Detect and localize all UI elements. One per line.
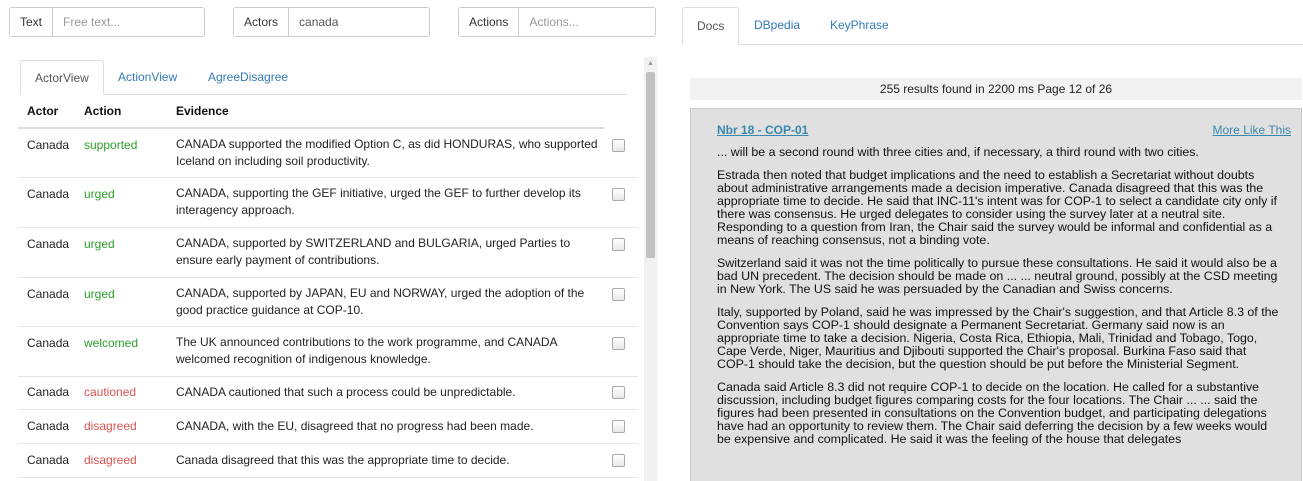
document-paragraph: Estrada then noted that budget implicati… — [717, 168, 1277, 247]
row-action: urged — [84, 287, 115, 301]
tab-action-view[interactable]: ActionView — [104, 60, 191, 94]
row-actor: Canada — [27, 187, 70, 201]
row-evidence: CANADA, supported by SWITZERLAND and BUL… — [176, 236, 571, 267]
results-summary: 255 results found in 2200 ms Page 12 of … — [690, 78, 1302, 100]
row-evidence: CANADA cautioned that such a process cou… — [176, 385, 516, 399]
actors-filter-label: Actors — [234, 8, 290, 36]
table-row: Canada disagreed Canada disagreed that t… — [18, 444, 638, 478]
row-checkbox[interactable] — [612, 188, 625, 201]
row-actor: Canada — [27, 336, 70, 350]
row-action: urged — [84, 187, 115, 201]
row-actor: Canada — [27, 287, 70, 301]
row-checkbox[interactable] — [612, 420, 625, 433]
row-action: supported — [84, 138, 138, 152]
column-header-action: Action — [84, 104, 122, 118]
row-action: disagreed — [84, 453, 137, 467]
table-header: Actor Action Evidence — [18, 104, 628, 126]
table-scrollbar[interactable]: ▲ — [644, 57, 657, 481]
document-card: Nbr 18 - COP-01 More Like This ... will … — [690, 108, 1302, 481]
row-actor: Canada — [27, 138, 70, 152]
tab-docs[interactable]: Docs — [682, 7, 740, 45]
document-paragraph: Canada said Article 8.3 did not require … — [717, 380, 1268, 446]
scroll-up-arrow-icon[interactable]: ▲ — [644, 57, 657, 71]
document-paragraph: ... will be a second round with three ci… — [717, 145, 1199, 159]
tab-agree-disagree[interactable]: AgreeDisagree — [194, 60, 302, 94]
table-row: Canada urged CANADA, supporting the GEF … — [18, 178, 638, 228]
row-checkbox[interactable] — [612, 386, 625, 399]
column-header-evidence: Evidence — [176, 104, 229, 118]
row-evidence: CANADA, supported by JAPAN, EU and NORWA… — [176, 286, 585, 317]
view-tabs: ActorView ActionView AgreeDisagree — [20, 60, 627, 95]
row-evidence: CANADA, with the EU, disagreed that no p… — [176, 419, 534, 433]
table-row: Canada urged CANADA, supported by SWITZE… — [18, 228, 638, 278]
row-checkbox[interactable] — [612, 238, 625, 251]
text-filter-label: Text — [10, 8, 54, 36]
tab-keyphrase[interactable]: KeyPhrase — [816, 7, 903, 44]
row-actor: Canada — [27, 385, 70, 399]
document-paragraph: Switzerland said it was not the time pol… — [717, 256, 1278, 296]
table-row: Canada cautioned CANADA cautioned that s… — [18, 377, 638, 410]
row-action: urged — [84, 237, 115, 251]
actions-filter-input[interactable]: Actions... — [519, 8, 655, 36]
actions-filter-label: Actions — [459, 8, 520, 36]
row-evidence: CANADA, supporting the GEF initiative, u… — [176, 186, 581, 217]
tab-dbpedia[interactable]: DBpedia — [740, 7, 814, 44]
row-evidence: CANADA supported the modified Option C, … — [176, 137, 598, 168]
actions-filter: Actions Actions... — [458, 7, 656, 37]
table-row: Canada urged CANADA, supported by JAPAN,… — [18, 278, 638, 327]
row-evidence: Canada disagreed that this was the appro… — [176, 453, 510, 467]
table-row: Canada disagreed CANADA, with the EU, di… — [18, 410, 638, 444]
row-action: disagreed — [84, 419, 137, 433]
scroll-thumb[interactable] — [646, 72, 655, 258]
column-header-actor: Actor — [27, 104, 59, 118]
row-checkbox[interactable] — [612, 454, 625, 467]
table-row: Canada supported CANADA supported the mo… — [18, 128, 638, 178]
row-checkbox[interactable] — [612, 288, 625, 301]
row-checkbox[interactable] — [612, 139, 625, 152]
row-actor: Canada — [27, 453, 70, 467]
row-checkbox[interactable] — [612, 337, 625, 350]
row-action: cautioned — [84, 385, 137, 399]
row-actor: Canada — [27, 419, 70, 433]
table-row: Canada welcomed The UK announced contrib… — [18, 327, 638, 377]
result-tabs: Docs DBpedia KeyPhrase — [682, 7, 1303, 45]
row-actor: Canada — [27, 237, 70, 251]
row-action: welcomed — [84, 336, 139, 350]
actors-filter: Actors canada — [233, 7, 430, 37]
actors-filter-input[interactable]: canada — [289, 8, 429, 36]
document-paragraph: Italy, supported by Poland, said he was … — [717, 305, 1279, 371]
document-title-link[interactable]: Nbr 18 - COP-01 — [717, 123, 808, 137]
row-evidence: The UK announced contributions to the wo… — [176, 335, 557, 366]
tab-actor-view[interactable]: ActorView — [20, 60, 104, 95]
more-like-this-link[interactable]: More Like This — [1213, 123, 1291, 137]
text-filter: Text Free text... — [9, 7, 205, 37]
text-filter-input[interactable]: Free text... — [53, 8, 204, 36]
document-body: ... will be a second round with three ci… — [717, 146, 1279, 456]
